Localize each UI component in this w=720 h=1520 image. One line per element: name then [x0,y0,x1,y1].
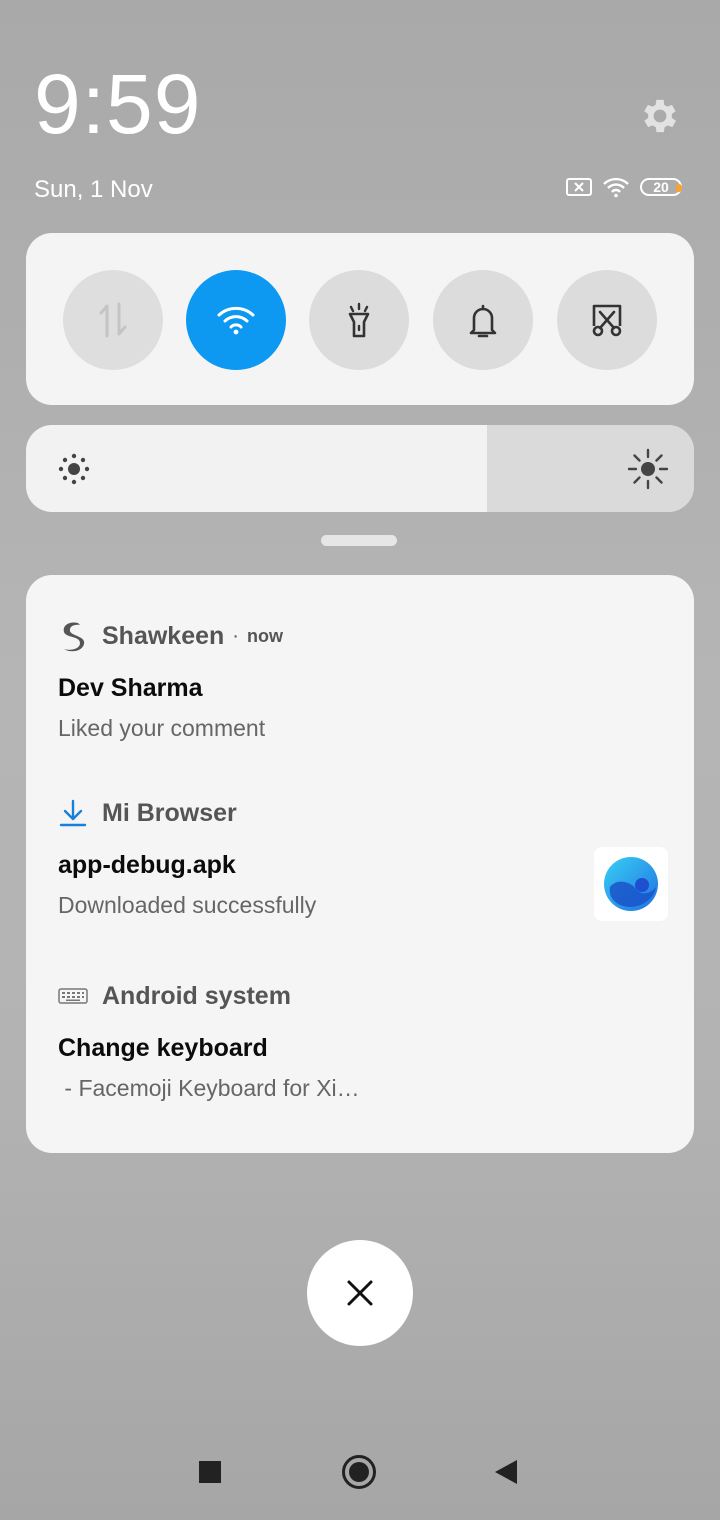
mobile-data-toggle[interactable] [63,270,163,370]
flashlight-icon [348,302,370,338]
notification-mi-browser[interactable]: Mi Browser app-debug.apk Downloaded succ… [58,797,668,921]
flashlight-toggle[interactable] [309,270,409,370]
separator-dot: · [232,624,239,647]
notification-text: Downloaded successfully [58,892,317,918]
notification-title: Change keyboard [58,1034,268,1062]
brightness-low-icon [58,453,90,485]
sound-toggle[interactable] [433,270,533,370]
brightness-high-icon [627,448,669,490]
shawkeen-app-icon [63,622,85,652]
notification-title: Dev Sharma [58,674,203,702]
mi-browser-logo-icon [604,857,658,911]
notification-text: - Facemoji Keyboard for Xi… [58,1075,360,1101]
mi-browser-thumbnail [594,847,668,921]
battery-level: 20 [653,179,669,195]
notification-time: now [246,625,283,646]
screenshot-scissors-icon [592,304,622,337]
brightness-slider[interactable] [26,425,694,512]
close-icon [347,1280,373,1306]
notification-app-name: Android system [102,981,291,1010]
notification-android-system[interactable]: Android system Change keyboard - Facemoj… [58,980,668,1102]
notifications-panel: Shawkeen · now Dev Sharma Liked your com… [26,575,694,1153]
notification-title: app-debug.apk [58,851,236,879]
recents-button[interactable] [199,1461,221,1483]
battery-icon: 20 [640,178,682,196]
home-button[interactable] [341,1454,377,1490]
notification-app-name: Mi Browser [102,798,237,827]
notification-shawkeen[interactable]: Shawkeen · now Dev Sharma Liked your com… [58,620,668,742]
clock-time: 9:59 [34,57,202,151]
quick-settings-panel [26,233,694,405]
navigation-bar [0,1440,720,1506]
clear-all-button[interactable] [307,1240,413,1346]
keyboard-icon [58,988,88,1004]
wifi-status-icon [603,177,629,198]
status-bar-icons: 20 [566,176,682,198]
no-sim-icon [566,178,592,196]
back-button[interactable] [493,1458,519,1486]
wifi-toggle[interactable] [186,270,286,370]
wifi-icon [217,306,255,335]
mobile-data-icon [99,302,127,338]
notification-app-name: Shawkeen [102,621,225,650]
drag-handle[interactable] [321,535,397,546]
date-label: Sun, 1 Nov [34,176,153,203]
notification-text: Liked your comment [58,715,266,741]
settings-gear-icon[interactable] [638,94,682,138]
download-icon [59,799,87,827]
bell-icon [469,304,497,338]
screenshot-toggle[interactable] [557,270,657,370]
